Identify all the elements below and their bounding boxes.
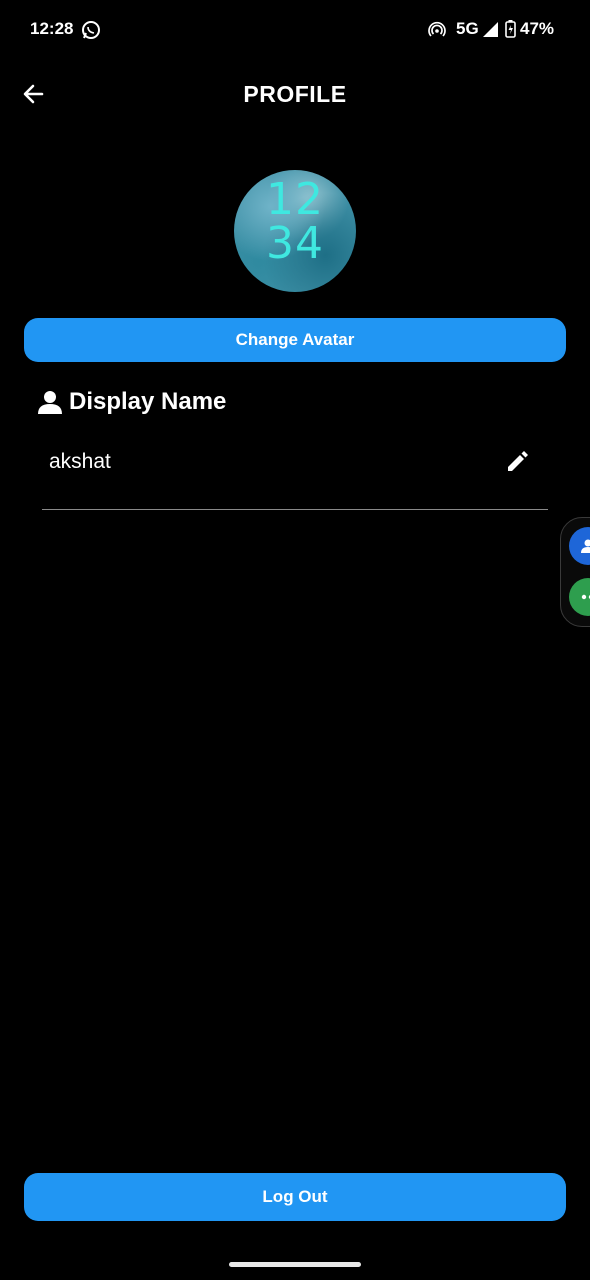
avatar-clock-text: 12 34 xyxy=(234,178,356,266)
whatsapp-icon xyxy=(82,21,100,39)
more-icon xyxy=(581,594,590,600)
logout-button[interactable]: Log Out xyxy=(24,1173,566,1221)
avatar: 12 34 xyxy=(234,170,356,292)
avatar-line-1: 12 xyxy=(266,174,324,225)
network-type: 5G xyxy=(456,19,479,38)
person-icon xyxy=(38,391,62,414)
change-avatar-button[interactable]: Change Avatar xyxy=(24,318,566,362)
signal-icon xyxy=(483,22,498,37)
contacts-button[interactable] xyxy=(569,527,590,565)
hotspot-icon xyxy=(428,21,446,37)
status-time: 12:28 xyxy=(30,19,74,38)
more-button[interactable] xyxy=(569,578,590,616)
status-bar: 12:28 5G 47% xyxy=(0,0,590,60)
display-name-value: akshat xyxy=(49,450,111,473)
display-name-label: Display Name xyxy=(69,388,227,415)
pencil-icon[interactable] xyxy=(505,448,531,474)
contacts-icon xyxy=(581,539,590,553)
battery-percent: 47% xyxy=(520,19,555,38)
battery-icon xyxy=(505,20,516,38)
display-name-field[interactable]: akshat xyxy=(42,440,548,510)
home-indicator[interactable] xyxy=(229,1262,361,1267)
floating-side-panel xyxy=(560,517,590,627)
profile-screen: 12:28 5G 47% PROFILE 12 34 Change Avatar… xyxy=(0,0,590,1280)
avatar-line-2: 34 xyxy=(266,218,324,269)
page-title: PROFILE xyxy=(243,81,347,107)
display-name-header: Display Name xyxy=(37,386,226,418)
